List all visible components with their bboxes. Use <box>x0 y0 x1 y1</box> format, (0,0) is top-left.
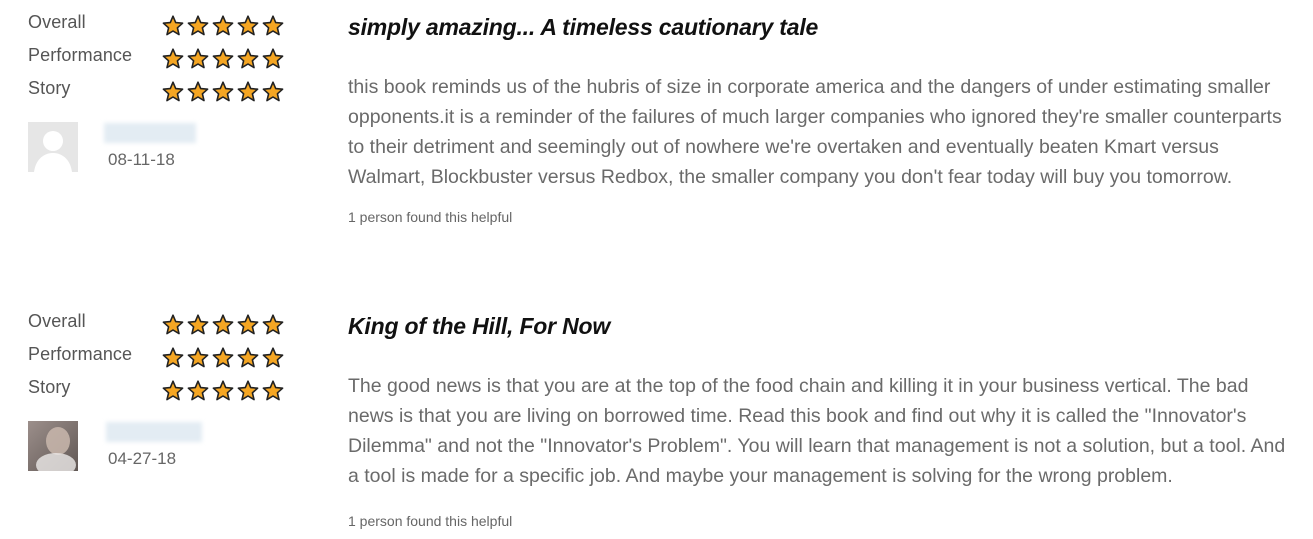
star-icon <box>162 347 184 368</box>
star-rating <box>162 48 284 70</box>
star-icon <box>162 380 184 401</box>
review-meta: Overall Performance Story 04-27-18 <box>28 311 308 471</box>
star-icon <box>212 48 234 69</box>
star-icon <box>212 314 234 335</box>
helpful-count: 1 person found this helpful <box>348 209 513 225</box>
star-rating <box>162 81 284 103</box>
star-icon <box>187 15 209 36</box>
star-rating <box>162 15 284 37</box>
star-icon <box>162 81 184 102</box>
rating-label: Overall <box>28 12 86 32</box>
star-icon <box>187 81 209 102</box>
star-icon <box>212 15 234 36</box>
review-date: 08-11-18 <box>108 150 175 169</box>
star-icon <box>212 347 234 368</box>
star-icon <box>262 48 284 69</box>
rating-label: Story <box>28 78 71 98</box>
star-icon <box>212 380 234 401</box>
star-rating <box>162 314 284 336</box>
reviewer-info: 08-11-18 <box>28 122 288 182</box>
review-body: The good news is that you are at the top… <box>348 375 1286 487</box>
review-meta: Overall Performance Story 08-11-18 <box>28 12 308 172</box>
rating-row-story: Story <box>28 377 308 410</box>
star-icon <box>237 347 259 368</box>
review-title: simply amazing... A timeless cautionary … <box>348 14 819 40</box>
default-user-silhouette-icon[interactable] <box>28 122 78 172</box>
rating-row-story: Story <box>28 78 308 111</box>
star-icon <box>237 314 259 335</box>
star-icon <box>162 15 184 36</box>
rating-label: Performance <box>28 344 133 364</box>
rating-row-performance: Performance <box>28 45 308 78</box>
star-rating <box>162 347 284 369</box>
star-icon <box>162 48 184 69</box>
star-icon <box>187 347 209 368</box>
rating-label: Performance <box>28 45 133 65</box>
reviewer-name[interactable] <box>106 422 202 442</box>
star-icon <box>187 380 209 401</box>
star-icon <box>262 347 284 368</box>
user-photo-icon[interactable] <box>28 421 78 471</box>
rating-row-performance: Performance <box>28 344 308 377</box>
rating-row-overall: Overall <box>28 12 308 45</box>
review-body: this book reminds us of the hubris of si… <box>348 76 1282 188</box>
star-icon <box>262 314 284 335</box>
star-icon <box>237 15 259 36</box>
star-icon <box>212 81 234 102</box>
star-icon <box>162 314 184 335</box>
star-icon <box>237 81 259 102</box>
rating-row-overall: Overall <box>28 311 308 344</box>
star-icon <box>187 48 209 69</box>
review-title: King of the Hill, For Now <box>348 313 611 339</box>
review-content: simply amazing... A timeless cautionary … <box>348 12 1288 225</box>
star-icon <box>262 15 284 36</box>
review-content: King of the Hill, For Now The good news … <box>348 311 1288 529</box>
reviewer-name[interactable] <box>104 123 196 143</box>
star-rating <box>162 380 284 402</box>
reviewer-info: 04-27-18 <box>28 421 288 481</box>
helpful-count: 1 person found this helpful <box>348 513 513 529</box>
star-icon <box>237 48 259 69</box>
rating-label: Overall <box>28 311 86 331</box>
star-icon <box>237 380 259 401</box>
star-icon <box>187 314 209 335</box>
rating-label: Story <box>28 377 71 397</box>
star-icon <box>262 81 284 102</box>
star-icon <box>262 380 284 401</box>
review-date: 04-27-18 <box>108 449 177 468</box>
